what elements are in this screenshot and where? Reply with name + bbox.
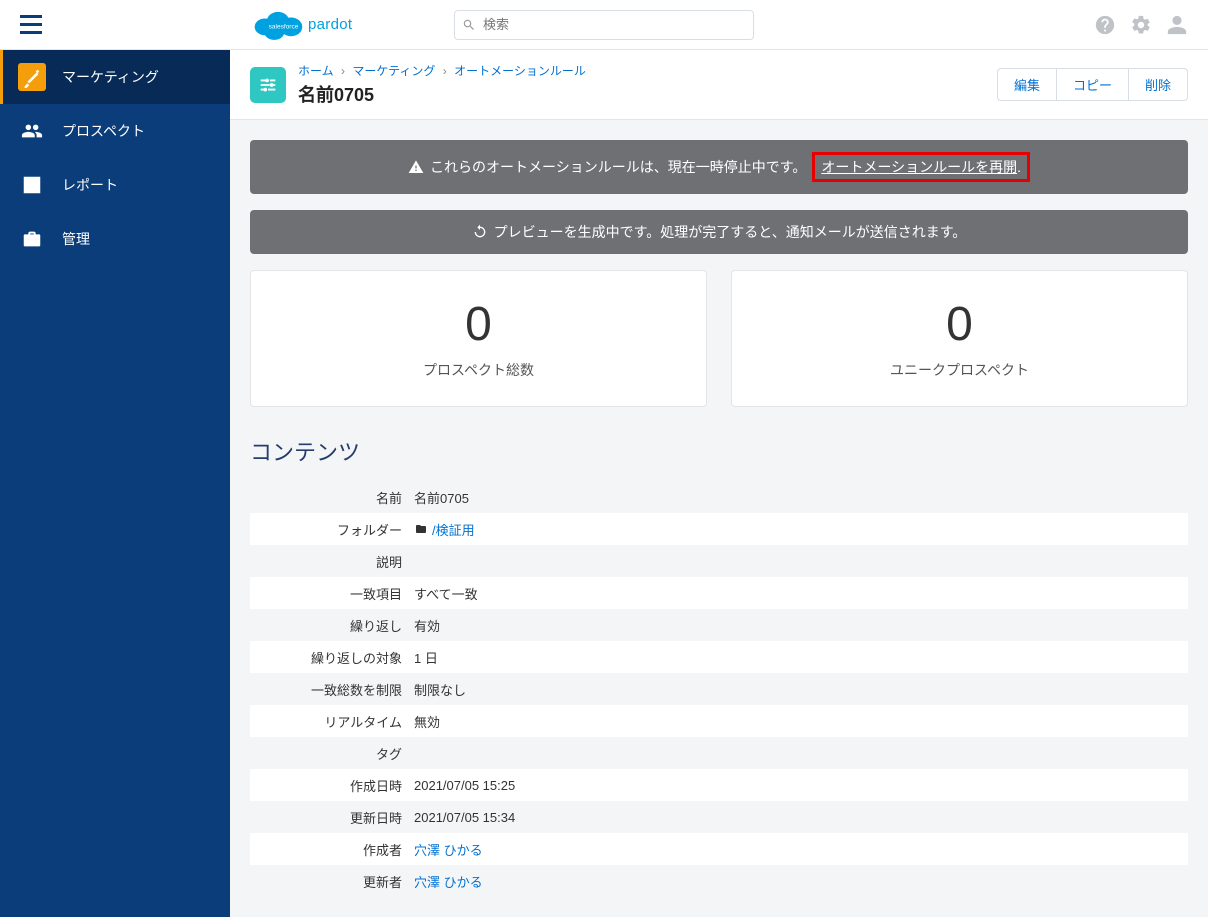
search-wrap xyxy=(454,10,754,40)
people-icon xyxy=(18,117,46,145)
sidebar-item-label: 管理 xyxy=(62,229,90,249)
detail-value: 制限なし xyxy=(414,680,1188,699)
stat-card-unique: 0 ユニークプロスペクト xyxy=(731,270,1188,407)
sidebar-item-label: レポート xyxy=(62,175,118,195)
main: ホーム › マーケティング › オートメーションルール 名前0705 編集 コピ… xyxy=(230,50,1208,917)
detail-row: 説明 xyxy=(250,545,1188,577)
detail-row: 作成日時2021/07/05 15:25 xyxy=(250,769,1188,801)
detail-label: 作成日時 xyxy=(250,776,414,795)
stat-value: 0 xyxy=(742,297,1177,352)
detail-value: 1 日 xyxy=(414,648,1188,667)
detail-label: フォルダー xyxy=(250,520,414,539)
stat-card-total: 0 プロスペクト総数 xyxy=(250,270,707,407)
help-icon[interactable] xyxy=(1094,14,1116,36)
detail-value: 穴澤 ひかる xyxy=(414,840,1188,859)
detail-label: 繰り返しの対象 xyxy=(250,648,414,667)
detail-label: 一致総数を制限 xyxy=(250,680,414,699)
logo-text: pardot xyxy=(308,16,352,33)
breadcrumb-marketing[interactable]: マーケティング xyxy=(352,64,435,78)
svg-text:salesforce: salesforce xyxy=(269,23,299,30)
header-actions: 編集 コピー 削除 xyxy=(997,68,1188,101)
preview-banner: プレビューを生成中です。処理が完了すると、通知メールが送信されます。 xyxy=(250,210,1188,254)
detail-label: リアルタイム xyxy=(250,712,414,731)
sidebar-item-admin[interactable]: 管理 xyxy=(0,212,230,266)
detail-value: 穴澤 ひかる xyxy=(414,872,1188,891)
hamburger-area xyxy=(0,0,230,50)
search-icon xyxy=(462,18,476,32)
banner-text: プレビューを生成中です。処理が完了すると、通知メールが送信されます。 xyxy=(494,222,967,242)
folder-link[interactable]: /検証用 xyxy=(432,520,475,539)
detail-label: 繰り返し xyxy=(250,616,414,635)
detail-row: タグ xyxy=(250,737,1188,769)
hamburger-icon[interactable] xyxy=(20,15,42,34)
topbar-right xyxy=(1094,14,1208,36)
detail-row: リアルタイム無効 xyxy=(250,705,1188,737)
stats-row: 0 プロスペクト総数 0 ユニークプロスペクト xyxy=(250,270,1188,407)
detail-value: 2021/07/05 15:25 xyxy=(414,778,1188,793)
user-icon[interactable] xyxy=(1166,14,1188,36)
detail-row: 繰り返しの対象1 日 xyxy=(250,641,1188,673)
folder-icon xyxy=(414,523,428,535)
spinner-icon xyxy=(472,224,488,240)
detail-value: /検証用 xyxy=(414,520,1188,539)
sidebar-item-marketing[interactable]: マーケティング xyxy=(0,50,230,104)
paused-banner: これらのオートメーションルールは、現在一時停止中です。 オートメーションルールを… xyxy=(250,140,1188,194)
breadcrumb: ホーム › マーケティング › オートメーションルール xyxy=(298,62,997,79)
page-header: ホーム › マーケティング › オートメーションルール 名前0705 編集 コピ… xyxy=(230,50,1208,120)
wand-icon xyxy=(18,63,46,91)
chart-icon xyxy=(18,171,46,199)
detail-value: 2021/07/05 15:34 xyxy=(414,810,1188,825)
detail-row: 更新者穴澤 ひかる xyxy=(250,865,1188,897)
breadcrumb-home[interactable]: ホーム xyxy=(298,64,334,78)
page-title: 名前0705 xyxy=(298,81,997,107)
gear-icon[interactable] xyxy=(1130,14,1152,36)
stat-value: 0 xyxy=(261,297,696,352)
resume-highlight: オートメーションルールを再開. xyxy=(812,152,1030,182)
detail-row: 更新日時2021/07/05 15:34 xyxy=(250,801,1188,833)
breadcrumb-automation[interactable]: オートメーションルール xyxy=(454,64,586,78)
detail-value: 無効 xyxy=(414,712,1188,731)
sidebar-item-prospect[interactable]: プロスペクト xyxy=(0,104,230,158)
user-link[interactable]: 穴澤 ひかる xyxy=(414,872,483,891)
topbar: salesforce pardot xyxy=(0,0,1208,50)
detail-label: 更新日時 xyxy=(250,808,414,827)
banner-text: これらのオートメーションルールは、現在一時停止中です。 xyxy=(430,157,806,177)
content-heading: コンテンツ xyxy=(250,435,1188,467)
detail-label: 一致項目 xyxy=(250,584,414,603)
content: これらのオートメーションルールは、現在一時停止中です。 オートメーションルールを… xyxy=(230,120,1208,917)
detail-label: タグ xyxy=(250,744,414,763)
settings-sliders-icon xyxy=(250,67,286,103)
detail-row: 作成者穴澤 ひかる xyxy=(250,833,1188,865)
detail-value: 有効 xyxy=(414,616,1188,635)
detail-row: 名前名前0705 xyxy=(250,481,1188,513)
stat-label: プロスペクト総数 xyxy=(261,360,696,380)
detail-label: 名前 xyxy=(250,488,414,507)
detail-label: 説明 xyxy=(250,552,414,571)
warning-icon xyxy=(408,159,424,175)
briefcase-icon xyxy=(18,225,46,253)
header-text: ホーム › マーケティング › オートメーションルール 名前0705 xyxy=(298,62,997,107)
search-input[interactable] xyxy=(454,10,754,40)
detail-label: 更新者 xyxy=(250,872,414,891)
detail-value: すべて一致 xyxy=(414,584,1188,603)
detail-label: 作成者 xyxy=(250,840,414,859)
detail-row: 繰り返し有効 xyxy=(250,609,1188,641)
delete-button[interactable]: 削除 xyxy=(1128,68,1188,101)
salesforce-cloud-icon: salesforce xyxy=(250,6,306,44)
sidebar-item-label: マーケティング xyxy=(62,67,159,87)
logo[interactable]: salesforce pardot xyxy=(250,6,352,44)
sidebar: マーケティング プロスペクト レポート 管理 xyxy=(0,50,230,917)
detail-row: 一致項目すべて一致 xyxy=(250,577,1188,609)
sidebar-item-label: プロスペクト xyxy=(62,121,145,141)
detail-value: 名前0705 xyxy=(414,488,1188,507)
copy-button[interactable]: コピー xyxy=(1057,68,1128,101)
detail-row: 一致総数を制限制限なし xyxy=(250,673,1188,705)
edit-button[interactable]: 編集 xyxy=(997,68,1057,101)
resume-automation-link[interactable]: オートメーションルールを再開 xyxy=(821,159,1017,175)
user-link[interactable]: 穴澤 ひかる xyxy=(414,840,483,859)
detail-row: フォルダー/検証用 xyxy=(250,513,1188,545)
sidebar-item-report[interactable]: レポート xyxy=(0,158,230,212)
stat-label: ユニークプロスペクト xyxy=(742,360,1177,380)
detail-table: 名前名前0705フォルダー/検証用説明一致項目すべて一致繰り返し有効繰り返しの対… xyxy=(250,481,1188,897)
